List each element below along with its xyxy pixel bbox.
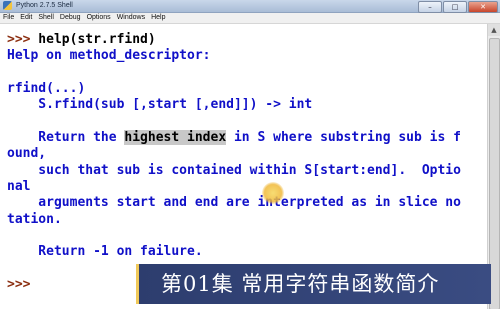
output-line: arguments start and end are interpreted … [7,195,461,210]
return-prefix: Return the [7,130,125,145]
output-line: Return -1 on failure. [7,244,203,259]
output-line: rfind(...) [7,81,86,96]
episode-title: 第01集 常用字符串函数简介 [161,272,440,296]
title-bar[interactable]: Python 2.7.5 Shell – □ ✕ [0,0,500,13]
window-controls: – □ ✕ [418,1,498,13]
output-line-return: Return the highest index in S where subs… [7,130,461,146]
output-line: nal [7,179,31,194]
output-line: such that sub is contained within S[star… [7,163,461,178]
menu-file[interactable]: File [0,13,17,23]
python-app-icon [3,1,12,10]
command-line: >>> help(str.rfind) [7,32,156,48]
window-title: Python 2.7.5 Shell [16,2,73,9]
output-line: tation. [7,212,62,227]
output-line: ound, [7,146,47,161]
output-line: Help on method_descriptor: [7,48,211,63]
output-line: S.rfind(sub [,start [,end]]) -> int [7,97,313,112]
menu-windows[interactable]: Windows [114,13,148,23]
close-button[interactable]: ✕ [468,1,498,13]
episode-title-banner: 第01集 常用字符串函数简介 [136,264,491,304]
maximize-button[interactable]: □ [443,1,467,13]
shell-prompt-current: >>> [7,277,31,292]
menu-edit[interactable]: Edit [17,13,35,23]
menu-options[interactable]: Options [84,13,114,23]
command-text: help(str.rfind) [30,32,156,47]
selected-text-highlight[interactable]: highest index [124,130,227,145]
menu-shell[interactable]: Shell [35,13,57,23]
return-suffix: in S where substring sub is f [226,130,461,145]
python-shell-window: Python 2.7.5 Shell – □ ✕ File Edit Shell De… [0,0,500,309]
menu-bar: File Edit Shell Debug Options Windows Help [0,13,500,24]
scroll-up-arrow-icon[interactable]: ▲ [488,24,500,36]
menu-help[interactable]: Help [148,13,168,23]
minimize-button[interactable]: – [418,1,442,13]
mouse-cursor-highlight [262,182,284,204]
menu-debug[interactable]: Debug [57,13,84,23]
shell-prompt: >>> [7,32,31,47]
